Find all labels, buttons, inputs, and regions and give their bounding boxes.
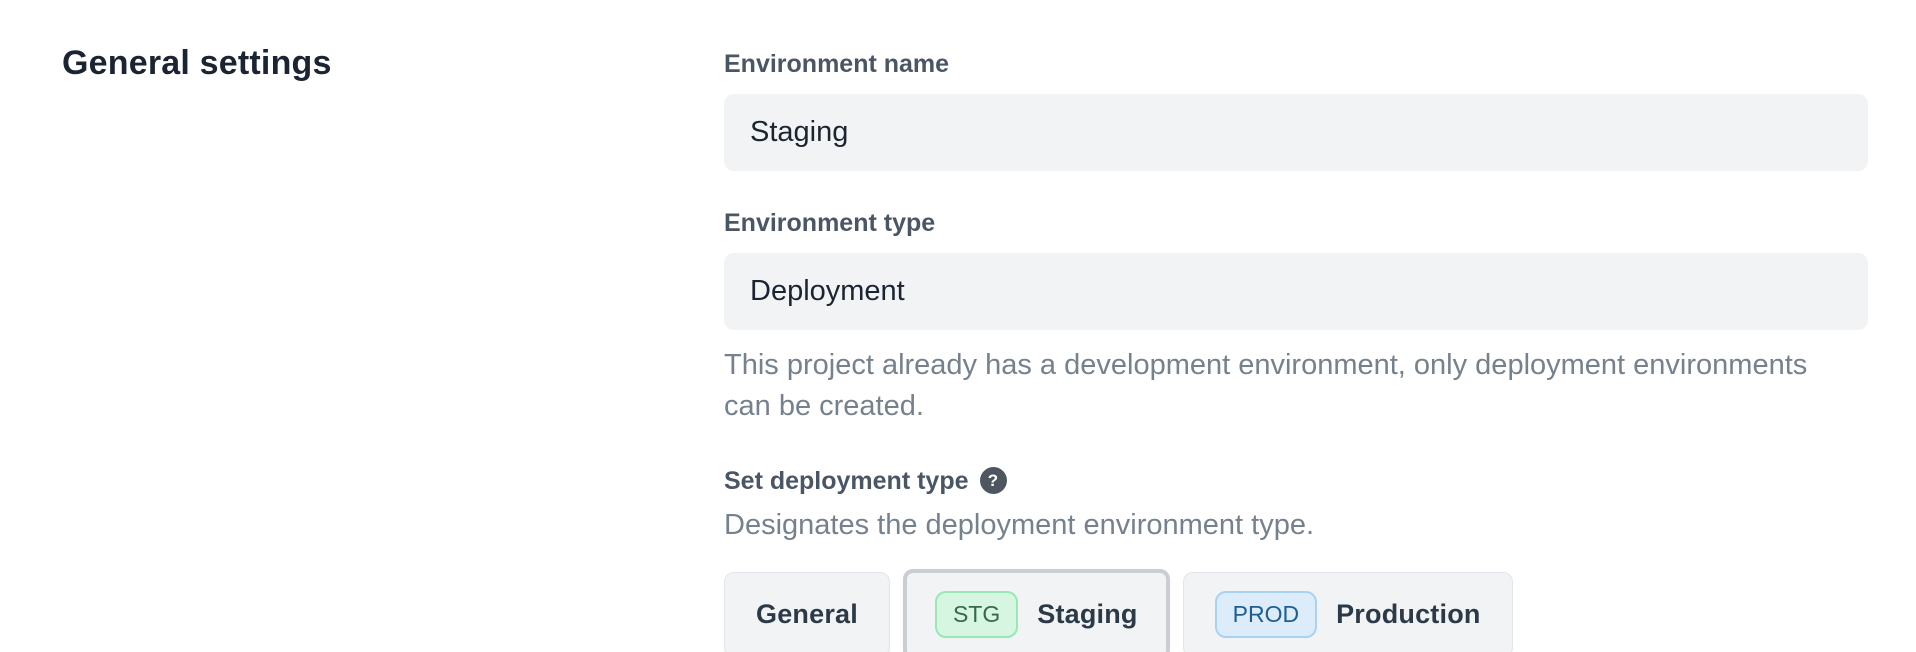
question-mark-icon[interactable]: ? (980, 467, 1007, 494)
page-title: General settings (62, 44, 724, 83)
environment-name-input[interactable] (724, 94, 1868, 171)
deployment-type-label: Set deployment type (724, 467, 969, 496)
environment-type-help-text: This project already has a development e… (724, 345, 1844, 427)
type-button-general-label: General (756, 599, 858, 630)
type-button-general[interactable]: General (724, 572, 890, 652)
environment-type-field: Environment type This project already ha… (724, 209, 1868, 427)
type-button-staging-label: Staging (1037, 599, 1137, 630)
environment-type-label: Environment type (724, 209, 1868, 238)
deployment-type-label-row: Set deployment type ? (724, 467, 1868, 496)
general-settings-page: General settings Environment name Enviro… (0, 0, 1916, 652)
deployment-type-options: General STG Staging PROD Production (724, 569, 1868, 652)
settings-form: Environment name Environment type This p… (724, 44, 1868, 652)
section-heading-column: General settings (62, 44, 724, 652)
environment-name-field: Environment name (724, 50, 1868, 171)
environment-name-label: Environment name (724, 50, 1868, 79)
type-button-production[interactable]: PROD Production (1183, 572, 1513, 652)
environment-type-input[interactable] (724, 253, 1868, 330)
prod-badge: PROD (1215, 591, 1317, 638)
type-button-production-label: Production (1336, 599, 1481, 630)
deployment-type-description: Designates the deployment environment ty… (724, 508, 1868, 543)
stg-badge: STG (935, 591, 1018, 638)
type-button-staging[interactable]: STG Staging (903, 569, 1170, 652)
